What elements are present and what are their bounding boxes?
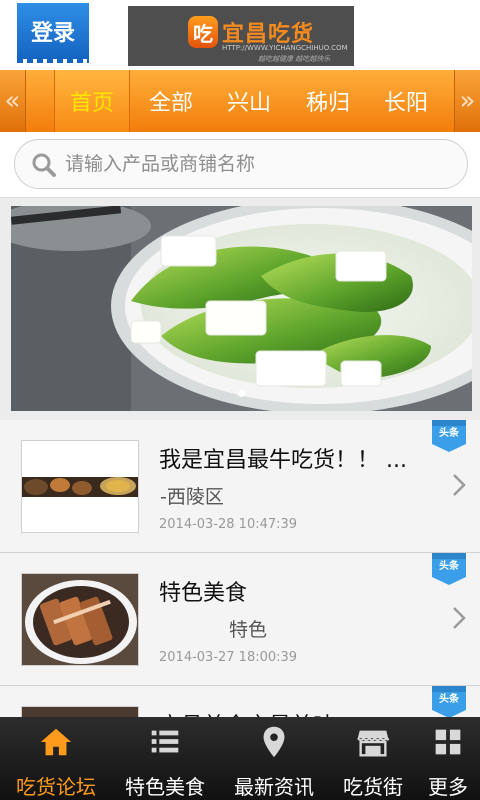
list-item[interactable]: 我是宜昌最牛吃货！！ ... -西陵区 2014-03-28 10:47:39 … [0, 420, 480, 553]
headline-badge-label: 头条 [439, 561, 459, 572]
headline-badge-label: 头条 [439, 694, 459, 705]
search-input[interactable] [65, 149, 455, 179]
tab-label: 吃货街 [343, 775, 403, 799]
tab-food-street[interactable]: 吃货街 [330, 717, 416, 800]
bottom-tab-bar: 吃货论坛 特色美食 最新资讯 吃货街 更多 [0, 717, 480, 800]
nav-tab-xingshan[interactable]: 兴山 [216, 70, 282, 132]
home-icon [40, 728, 72, 756]
list-icon [151, 730, 179, 753]
search-bar [0, 132, 480, 198]
item-subtitle: 特色 [229, 619, 268, 641]
nav-left-arrow-icon[interactable]: « [0, 70, 26, 132]
tab-forum[interactable]: 吃货论坛 [0, 717, 112, 800]
tab-more[interactable]: 更多 [416, 717, 480, 800]
nav-tab-changyang[interactable]: 长阳 [373, 70, 439, 132]
location-pin-icon [263, 726, 285, 758]
tab-latest-news[interactable]: 最新资讯 [218, 717, 330, 800]
tab-specialty-food[interactable]: 特色美食 [112, 717, 218, 800]
logo-mark-icon: 吃 [188, 16, 218, 48]
item-title: 特色美食 [159, 581, 248, 606]
tab-label: 最新资讯 [234, 775, 314, 799]
tab-label: 更多 [428, 775, 468, 799]
item-thumbnail [21, 440, 139, 533]
store-icon [357, 730, 390, 757]
carousel-dot-active[interactable] [238, 390, 245, 397]
carousel-indicator [11, 390, 472, 397]
item-subtitle: -西陵区 [160, 486, 224, 508]
login-button[interactable]: 登录 [17, 3, 89, 63]
nav-tab-zigui[interactable]: 秭归 [295, 70, 361, 132]
item-date: 2014-03-27 18:00:39 [159, 650, 298, 665]
logo-url: HTTP://WWW.YICHANGCHIHUO.COM [222, 44, 348, 52]
grid-icon [435, 729, 461, 755]
banner-image [11, 206, 472, 411]
chevron-right-icon [453, 607, 466, 629]
logo-slogan: 越吃越健康 越吃越快乐 [258, 55, 331, 63]
item-thumbnail [21, 573, 139, 666]
banner-carousel[interactable] [11, 206, 472, 411]
site-logo[interactable]: 吃 宜昌吃货 HTTP://WWW.YICHANGCHIHUO.COM 越吃越健… [128, 6, 354, 66]
nav-tab-home[interactable]: 首页 [54, 70, 130, 132]
item-title: 我是宜昌最牛吃货！！ ... [159, 448, 407, 473]
search-box[interactable] [14, 139, 468, 189]
chevron-right-icon [453, 474, 466, 496]
nav-tab-all[interactable]: 全部 [138, 70, 204, 132]
search-icon [32, 153, 56, 177]
list-item[interactable]: 特色美食 特色 2014-03-27 18:00:39 头条 [0, 553, 480, 686]
headline-badge-label: 头条 [439, 428, 459, 439]
tab-label: 特色美食 [125, 775, 205, 799]
nav-right-arrow-icon[interactable]: » [454, 70, 480, 132]
item-date: 2014-03-28 10:47:39 [159, 517, 298, 532]
app-header: 登录 吃 宜昌吃货 HTTP://WWW.YICHANGCHIHUO.COM 越… [0, 0, 480, 70]
category-nav: « 首页 全部 兴山 秭归 长阳 » [0, 70, 480, 132]
tab-label: 吃货论坛 [16, 775, 96, 799]
